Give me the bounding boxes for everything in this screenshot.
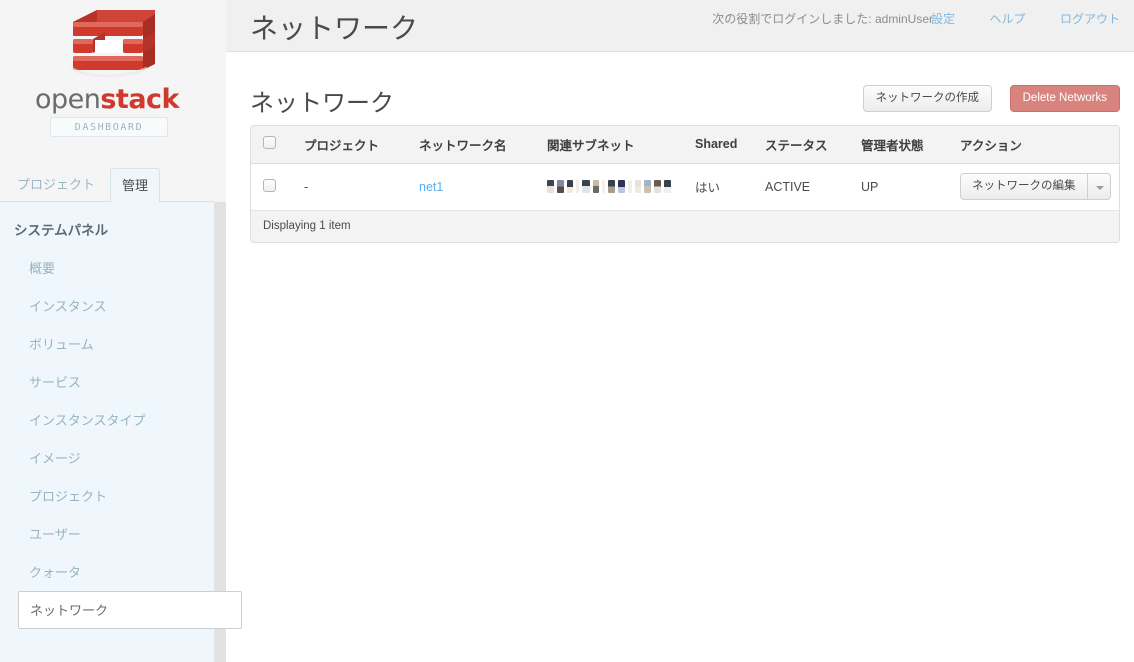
sidebar-item-projects[interactable]: プロジェクト xyxy=(0,478,214,516)
dashboard-page: openstack DASHBOARD プロジェクト 管理 システムパネル 概要… xyxy=(0,0,1134,662)
cell-admin-state: UP xyxy=(849,163,948,210)
column-header-status: ステータス xyxy=(753,126,849,163)
table-header-row: プロジェクト ネットワーク名 関連サブネット Shared ステータス 管理者状… xyxy=(251,126,1119,163)
cell-shared: はい xyxy=(683,163,753,210)
networks-table-container: プロジェクト ネットワーク名 関連サブネット Shared ステータス 管理者状… xyxy=(250,125,1120,243)
sidebar-item-networks[interactable]: ネットワーク xyxy=(18,591,242,629)
select-all-checkbox[interactable] xyxy=(263,136,276,149)
main-content: ネットワーク ネットワークの作成 Delete Networks プロジェクト … xyxy=(226,52,1134,662)
network-name-link[interactable]: net1 xyxy=(419,180,443,194)
cell-actions: ネットワークの編集 xyxy=(948,163,1119,210)
sidebar-item-overview[interactable]: 概要 xyxy=(0,250,214,288)
cell-status: ACTIVE xyxy=(753,163,849,210)
brand-wordmark: openstack xyxy=(0,84,214,115)
sidebar-item-quotas[interactable]: クォータ xyxy=(0,554,214,592)
sidebar-item-flavors[interactable]: インスタンスタイプ xyxy=(0,402,214,440)
edit-network-button[interactable]: ネットワークの編集 xyxy=(960,173,1087,200)
column-header-shared: Shared xyxy=(683,126,753,163)
cell-subnets-redacted xyxy=(535,163,683,210)
row-actions-group: ネットワークの編集 xyxy=(960,173,1111,200)
networks-table: プロジェクト ネットワーク名 関連サブネット Shared ステータス 管理者状… xyxy=(251,126,1119,211)
logout-link[interactable]: ログアウト xyxy=(1060,10,1120,27)
tab-admin[interactable]: 管理 xyxy=(110,168,160,203)
chevron-down-icon[interactable] xyxy=(1087,173,1111,200)
help-link[interactable]: ヘルプ xyxy=(990,10,1026,27)
openstack-logo-icon xyxy=(51,6,163,86)
row-select-cell xyxy=(251,163,292,210)
brand-stack-text: stack xyxy=(100,84,179,115)
brand-header: openstack DASHBOARD xyxy=(0,0,214,152)
system-panel-title: システムパネル xyxy=(14,219,108,239)
system-panel: システムパネル 概要 インスタンス ボリューム サービス インスタンスタイプ イ… xyxy=(0,202,214,662)
sidebar-tabs: プロジェクト 管理 xyxy=(0,168,214,202)
table-footer-count: Displaying 1 item xyxy=(251,211,1119,242)
openstack-cube-logo xyxy=(0,6,214,91)
page-head: ネットワーク ネットワークの作成 Delete Networks xyxy=(250,78,1120,122)
cell-network-name: net1 xyxy=(407,163,535,210)
sidebar: openstack DASHBOARD プロジェクト 管理 システムパネル 概要… xyxy=(0,0,226,662)
settings-link[interactable]: 設定 xyxy=(931,10,955,27)
page-title: ネットワーク xyxy=(250,83,394,118)
table-head: プロジェクト ネットワーク名 関連サブネット Shared ステータス 管理者状… xyxy=(251,126,1119,163)
delete-networks-button[interactable]: Delete Networks xyxy=(1010,85,1120,112)
select-all-header xyxy=(251,126,292,163)
topbar: ネットワーク 次の役割でログインしました: adminUser 設定 ヘルプ ロ… xyxy=(226,0,1134,52)
column-header-project: プロジェクト xyxy=(292,126,407,163)
column-header-actions: アクション xyxy=(948,126,1119,163)
cell-project: - xyxy=(292,163,407,210)
dashboard-badge: DASHBOARD xyxy=(50,117,168,137)
sidebar-item-volumes[interactable]: ボリューム xyxy=(0,326,214,364)
brand-open-text: open xyxy=(35,84,100,115)
table-body: - net1 xyxy=(251,163,1119,210)
topbar-links: 設定 ヘルプ ログアウト xyxy=(901,10,1120,28)
row-checkbox[interactable] xyxy=(263,179,276,192)
page-header-title: ネットワーク xyxy=(250,7,418,47)
column-header-network-name: ネットワーク名 xyxy=(407,126,535,163)
sidebar-item-instances[interactable]: インスタンス xyxy=(0,288,214,326)
sidebar-item-users[interactable]: ユーザー xyxy=(0,516,214,554)
tab-project[interactable]: プロジェクト xyxy=(6,168,106,202)
table-row: - net1 xyxy=(251,163,1119,210)
create-network-button[interactable]: ネットワークの作成 xyxy=(863,85,993,112)
column-header-admin-state: 管理者状態 xyxy=(849,126,948,163)
redacted-subnet-content xyxy=(547,180,671,193)
logged-in-user-text: 次の役割でログインしました: adminUser xyxy=(712,10,933,27)
sidebar-item-images[interactable]: イメージ xyxy=(0,440,214,478)
column-header-subnets: 関連サブネット xyxy=(535,126,683,163)
sidebar-item-services[interactable]: サービス xyxy=(0,364,214,402)
